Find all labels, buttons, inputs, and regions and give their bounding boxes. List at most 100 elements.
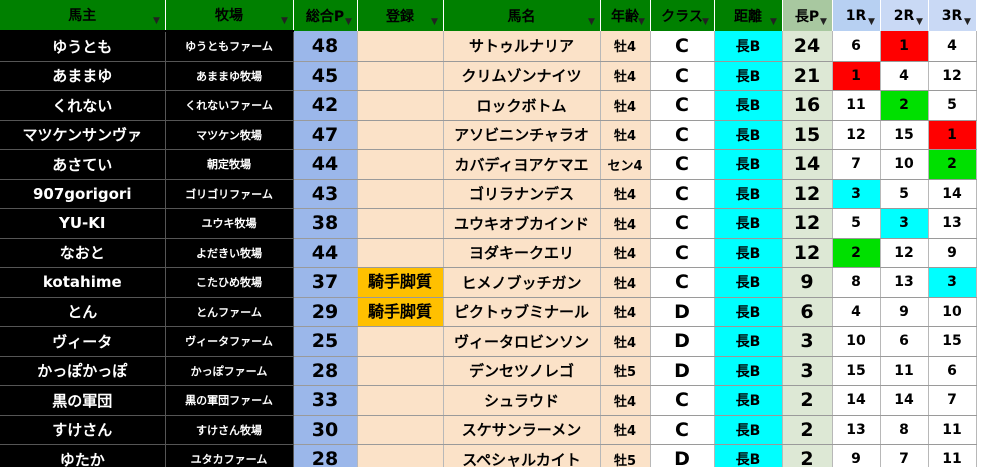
long-points-cell[interactable]: 12 bbox=[782, 208, 833, 239]
distance-cell[interactable]: 長B bbox=[714, 297, 783, 327]
horse-name-cell[interactable]: ピクトゥブミナール bbox=[443, 297, 601, 327]
horse-name-cell[interactable]: スケサンラーメン bbox=[443, 415, 601, 445]
total-points-cell[interactable]: 44 bbox=[293, 149, 358, 180]
age-cell[interactable]: 牡4 bbox=[600, 267, 651, 298]
header-total-points[interactable]: 総合P ▼ bbox=[293, 0, 358, 31]
race-3-cell[interactable]: 12 bbox=[928, 61, 977, 91]
race-1-cell[interactable]: 13 bbox=[832, 415, 881, 445]
owner-cell[interactable]: ヴィータ bbox=[0, 326, 166, 357]
total-points-cell[interactable]: 37 bbox=[293, 267, 358, 298]
race-1-cell[interactable]: 12 bbox=[832, 120, 881, 150]
class-cell[interactable]: C bbox=[650, 415, 715, 445]
registration-cell[interactable] bbox=[357, 61, 444, 91]
farm-cell[interactable]: すけさん牧場 bbox=[165, 415, 294, 445]
header-farm[interactable]: 牧場 ▼ bbox=[165, 0, 294, 32]
farm-cell[interactable]: かっぽファーム bbox=[165, 356, 294, 386]
horse-name-cell[interactable]: アソビニンチャラオ bbox=[443, 120, 601, 150]
age-cell[interactable]: 牡4 bbox=[600, 208, 651, 239]
race-3-cell[interactable]: 15 bbox=[928, 326, 977, 357]
owner-cell[interactable]: YU-KI bbox=[0, 208, 166, 239]
header-owner[interactable]: 馬主 ▼​ bbox=[0, 0, 166, 32]
distance-cell[interactable]: 長B bbox=[714, 267, 783, 298]
race-1-cell[interactable]: 14 bbox=[832, 385, 881, 416]
header-race-1[interactable]: 1R ▼ bbox=[832, 0, 881, 31]
race-2-cell[interactable]: 11 bbox=[880, 356, 929, 386]
filter-dropdown-icon[interactable]: ▼ bbox=[586, 16, 598, 28]
age-cell[interactable]: 牡5 bbox=[600, 356, 651, 386]
age-cell[interactable]: 牡4 bbox=[600, 385, 651, 416]
header-distance[interactable]: 距離 ▼ bbox=[714, 0, 783, 31]
age-cell[interactable]: セン4 bbox=[600, 149, 651, 180]
total-points-cell[interactable]: 43 bbox=[293, 179, 358, 209]
class-cell[interactable]: D bbox=[650, 297, 715, 327]
race-1-cell[interactable]: 8 bbox=[832, 267, 881, 298]
farm-cell[interactable]: あままゆ牧場 bbox=[165, 61, 294, 91]
race-2-cell[interactable]: 8 bbox=[880, 415, 929, 445]
horse-name-cell[interactable]: ユウキオブカインド bbox=[443, 208, 601, 239]
total-points-cell[interactable]: 45 bbox=[293, 61, 358, 91]
race-3-cell[interactable]: 14 bbox=[928, 179, 977, 209]
header-long-points[interactable]: 長P ▼ bbox=[782, 0, 833, 31]
race-1-cell[interactable]: 4 bbox=[832, 297, 881, 327]
horse-name-cell[interactable]: クリムゾンナイツ bbox=[443, 61, 601, 91]
registration-cell[interactable] bbox=[357, 179, 444, 209]
horse-name-cell[interactable]: ヴィータロビンソン bbox=[443, 326, 601, 357]
long-points-cell[interactable]: 21 bbox=[782, 61, 833, 91]
owner-cell[interactable]: なおと bbox=[0, 238, 166, 268]
race-1-cell[interactable]: 10 bbox=[832, 326, 881, 357]
long-points-cell[interactable]: 12 bbox=[782, 238, 833, 268]
long-points-cell[interactable]: 2 bbox=[782, 444, 833, 467]
age-cell[interactable]: 牡4 bbox=[600, 61, 651, 91]
filter-dropdown-icon[interactable]: ▼ bbox=[636, 16, 648, 28]
race-1-cell[interactable]: 3 bbox=[832, 179, 881, 209]
farm-cell[interactable]: こたひめ牧場 bbox=[165, 267, 294, 298]
registration-cell[interactable] bbox=[357, 238, 444, 268]
horse-name-cell[interactable]: シュラウド bbox=[443, 385, 601, 416]
total-points-cell[interactable]: 38 bbox=[293, 208, 358, 239]
class-cell[interactable]: D bbox=[650, 356, 715, 386]
horse-name-cell[interactable]: スペシャルカイト bbox=[443, 444, 601, 467]
distance-cell[interactable]: 長B bbox=[714, 356, 783, 386]
class-cell[interactable]: C bbox=[650, 31, 715, 62]
header-race-3[interactable]: 3R ▼ bbox=[928, 0, 977, 31]
race-1-cell[interactable]: 5 bbox=[832, 208, 881, 239]
age-cell[interactable]: 牡4 bbox=[600, 120, 651, 150]
distance-cell[interactable]: 長B bbox=[714, 326, 783, 357]
farm-cell[interactable]: マツケン牧場 bbox=[165, 120, 294, 150]
distance-cell[interactable]: 長B bbox=[714, 149, 783, 180]
farm-cell[interactable]: とんファーム bbox=[165, 297, 294, 327]
race-1-cell[interactable]: 11 bbox=[832, 90, 881, 121]
registration-cell[interactable] bbox=[357, 415, 444, 445]
distance-cell[interactable]: 長B bbox=[714, 90, 783, 121]
owner-cell[interactable]: マツケンサンヴァ bbox=[0, 120, 166, 150]
age-cell[interactable]: 牡5 bbox=[600, 444, 651, 467]
race-3-cell[interactable]: 4 bbox=[928, 31, 977, 62]
age-cell[interactable]: 牡4 bbox=[600, 326, 651, 357]
distance-cell[interactable]: 長B bbox=[714, 179, 783, 209]
race-2-cell[interactable]: 13 bbox=[880, 267, 929, 298]
age-cell[interactable]: 牡4 bbox=[600, 31, 651, 62]
owner-cell[interactable]: 907gorigori bbox=[0, 179, 166, 209]
class-cell[interactable]: C bbox=[650, 120, 715, 150]
race-1-cell[interactable]: 1 bbox=[832, 61, 881, 91]
long-points-cell[interactable]: 2 bbox=[782, 415, 833, 445]
distance-cell[interactable]: 長B bbox=[714, 31, 783, 62]
class-cell[interactable]: C bbox=[650, 267, 715, 298]
race-2-cell[interactable]: 4 bbox=[880, 61, 929, 91]
owner-cell[interactable]: とん bbox=[0, 297, 166, 327]
long-points-cell[interactable]: 14 bbox=[782, 149, 833, 180]
long-points-cell[interactable]: 3 bbox=[782, 326, 833, 357]
class-cell[interactable]: C bbox=[650, 61, 715, 91]
class-cell[interactable]: C bbox=[650, 179, 715, 209]
registration-cell[interactable] bbox=[357, 208, 444, 239]
farm-cell[interactable]: ユウキ牧場 bbox=[165, 208, 294, 239]
race-3-cell[interactable]: 3 bbox=[928, 267, 977, 298]
race-3-cell[interactable]: 10 bbox=[928, 297, 977, 327]
age-cell[interactable]: 牡4 bbox=[600, 238, 651, 268]
race-3-cell[interactable]: 11 bbox=[928, 415, 977, 445]
owner-cell[interactable]: あさてい bbox=[0, 149, 166, 180]
race-3-cell[interactable]: 9 bbox=[928, 238, 977, 268]
owner-cell[interactable]: ゆたか bbox=[0, 444, 166, 467]
header-class[interactable]: クラス ▼ bbox=[650, 0, 715, 31]
race-2-cell[interactable]: 10 bbox=[880, 149, 929, 180]
